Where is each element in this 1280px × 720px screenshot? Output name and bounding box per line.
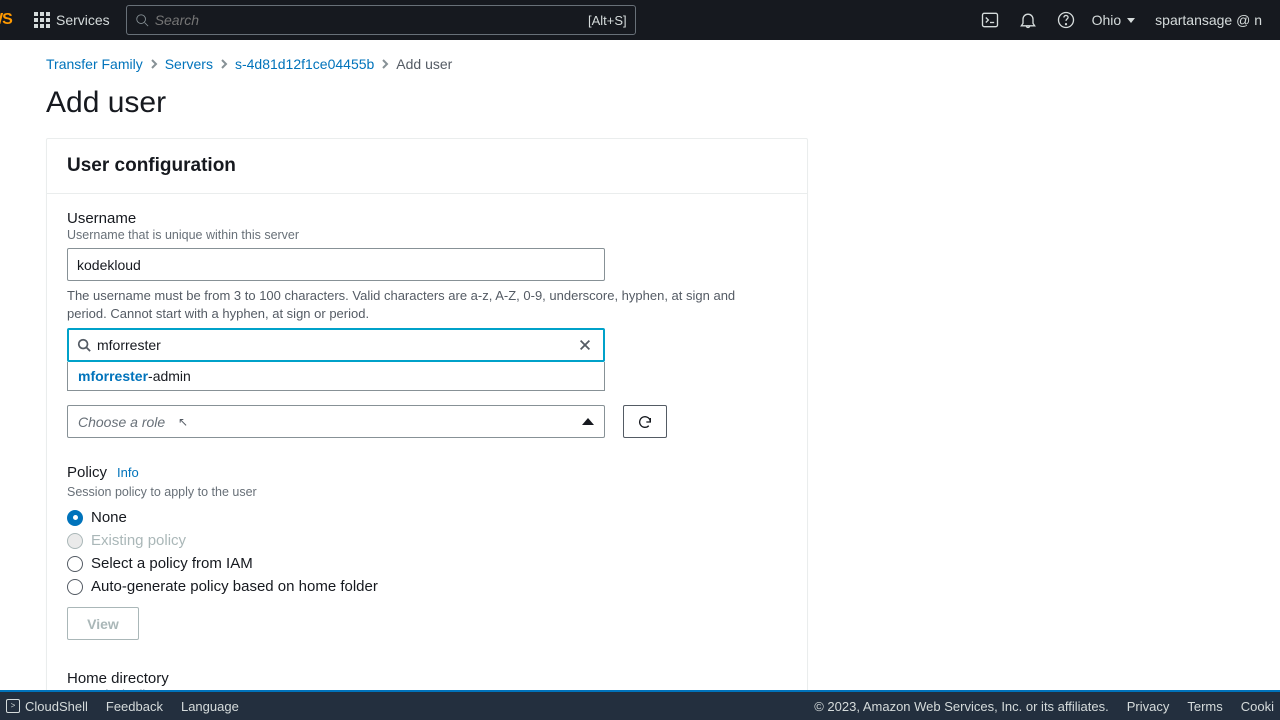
region-selector[interactable]: Ohio xyxy=(1082,0,1146,40)
aws-logo[interactable]: WS xyxy=(0,0,24,40)
policy-info-link[interactable]: Info xyxy=(117,465,139,480)
search-input[interactable] xyxy=(149,12,588,28)
clear-search-button[interactable] xyxy=(573,333,597,357)
cloudshell-icon[interactable] xyxy=(980,10,1000,30)
username-input[interactable] xyxy=(67,248,605,281)
cloudshell-icon: > xyxy=(6,699,20,713)
terms-link[interactable]: Terms xyxy=(1187,699,1222,714)
caret-down-icon xyxy=(1127,18,1135,23)
account-label: spartansage @ n xyxy=(1155,12,1262,28)
policy-option-existing: Existing policy xyxy=(67,532,787,549)
search-icon xyxy=(135,13,149,27)
policy-option-select-iam-label: Select a policy from IAM xyxy=(91,555,253,572)
breadcrumb-transfer-family[interactable]: Transfer Family xyxy=(46,56,143,72)
home-directory-label: Home directory xyxy=(67,670,787,687)
search-shortcut-hint: [Alt+S] xyxy=(588,13,627,28)
region-label: Ohio xyxy=(1092,12,1122,28)
caret-up-icon xyxy=(582,418,594,425)
breadcrumb-servers[interactable]: Servers xyxy=(165,56,213,72)
cloudshell-label: CloudShell xyxy=(25,699,88,714)
breadcrumb-current: Add user xyxy=(396,56,452,72)
policy-radio-group: None Existing policy Select a policy fro… xyxy=(67,509,787,595)
role-select-placeholder: Choose a role xyxy=(78,414,165,430)
breadcrumb: Transfer Family Servers s-4d81d12f1ce044… xyxy=(0,40,1280,72)
username-description: Username that is unique within this serv… xyxy=(67,228,787,242)
help-icon[interactable] xyxy=(1056,10,1076,30)
bottom-bar: > CloudShell Feedback Language © 2023, A… xyxy=(0,690,1280,720)
username-label: Username xyxy=(67,210,787,227)
top-navigation: WS Services [Alt+S] Ohio spartansage @ n xyxy=(0,0,1280,40)
radio-icon xyxy=(67,556,83,572)
role-search[interactable] xyxy=(67,328,605,362)
view-policy-button: View xyxy=(67,607,139,640)
account-menu[interactable]: spartansage @ n xyxy=(1145,0,1272,40)
policy-option-none[interactable]: None xyxy=(67,509,787,526)
notifications-icon[interactable] xyxy=(1018,10,1038,30)
role-select[interactable]: Choose a role ↖ xyxy=(67,405,605,438)
policy-option-existing-label: Existing policy xyxy=(91,532,186,549)
role-search-input[interactable] xyxy=(91,337,573,353)
breadcrumb-server-id[interactable]: s-4d81d12f1ce04455b xyxy=(235,56,374,72)
page-title: Add user xyxy=(0,72,1280,138)
refresh-roles-button[interactable] xyxy=(623,405,667,438)
home-directory-section: Home directory User's login directory Ch… xyxy=(67,670,787,690)
panel-header: User configuration xyxy=(47,139,807,194)
chevron-right-icon xyxy=(219,56,229,72)
global-search[interactable]: [Alt+S] xyxy=(126,5,636,35)
mouse-cursor-icon: ↖ xyxy=(178,415,188,431)
chevron-right-icon xyxy=(149,56,159,72)
policy-option-none-label: None xyxy=(91,509,127,526)
username-field: Username Username that is unique within … xyxy=(67,210,787,322)
services-grid-icon xyxy=(34,12,50,28)
chevron-right-icon xyxy=(380,56,390,72)
search-icon xyxy=(77,338,91,352)
policy-section: Policy Info Session policy to apply to t… xyxy=(67,464,787,640)
role-option-rest: -admin xyxy=(148,368,191,384)
username-constraint: The username must be from 3 to 100 chara… xyxy=(67,287,767,322)
radio-icon xyxy=(67,579,83,595)
policy-option-auto-label: Auto-generate policy based on home folde… xyxy=(91,578,378,595)
privacy-link[interactable]: Privacy xyxy=(1127,699,1170,714)
cloudshell-link[interactable]: > CloudShell xyxy=(6,699,88,714)
language-link[interactable]: Language xyxy=(181,699,239,714)
services-menu[interactable]: Services xyxy=(24,0,120,40)
policy-description: Session policy to apply to the user xyxy=(67,485,787,499)
role-option-mforrester-admin[interactable]: mforrester-admin xyxy=(78,368,594,384)
policy-label: Policy xyxy=(67,464,107,481)
role-combobox: mforrester-admin Choose a role ↖ xyxy=(67,328,787,438)
policy-option-auto[interactable]: Auto-generate policy based on home folde… xyxy=(67,578,787,595)
role-option-highlight: mforrester xyxy=(78,368,148,384)
radio-icon xyxy=(67,533,83,549)
refresh-icon xyxy=(637,414,653,430)
close-icon xyxy=(578,338,592,352)
copyright-text: © 2023, Amazon Web Services, Inc. or its… xyxy=(814,699,1109,714)
feedback-link[interactable]: Feedback xyxy=(106,699,163,714)
services-label: Services xyxy=(56,12,110,28)
cookie-link[interactable]: Cooki xyxy=(1241,699,1274,714)
user-configuration-panel: User configuration Username Username tha… xyxy=(46,138,808,690)
role-search-results: mforrester-admin xyxy=(67,362,605,391)
radio-selected-icon xyxy=(67,510,83,526)
policy-option-select-iam[interactable]: Select a policy from IAM xyxy=(67,555,787,572)
